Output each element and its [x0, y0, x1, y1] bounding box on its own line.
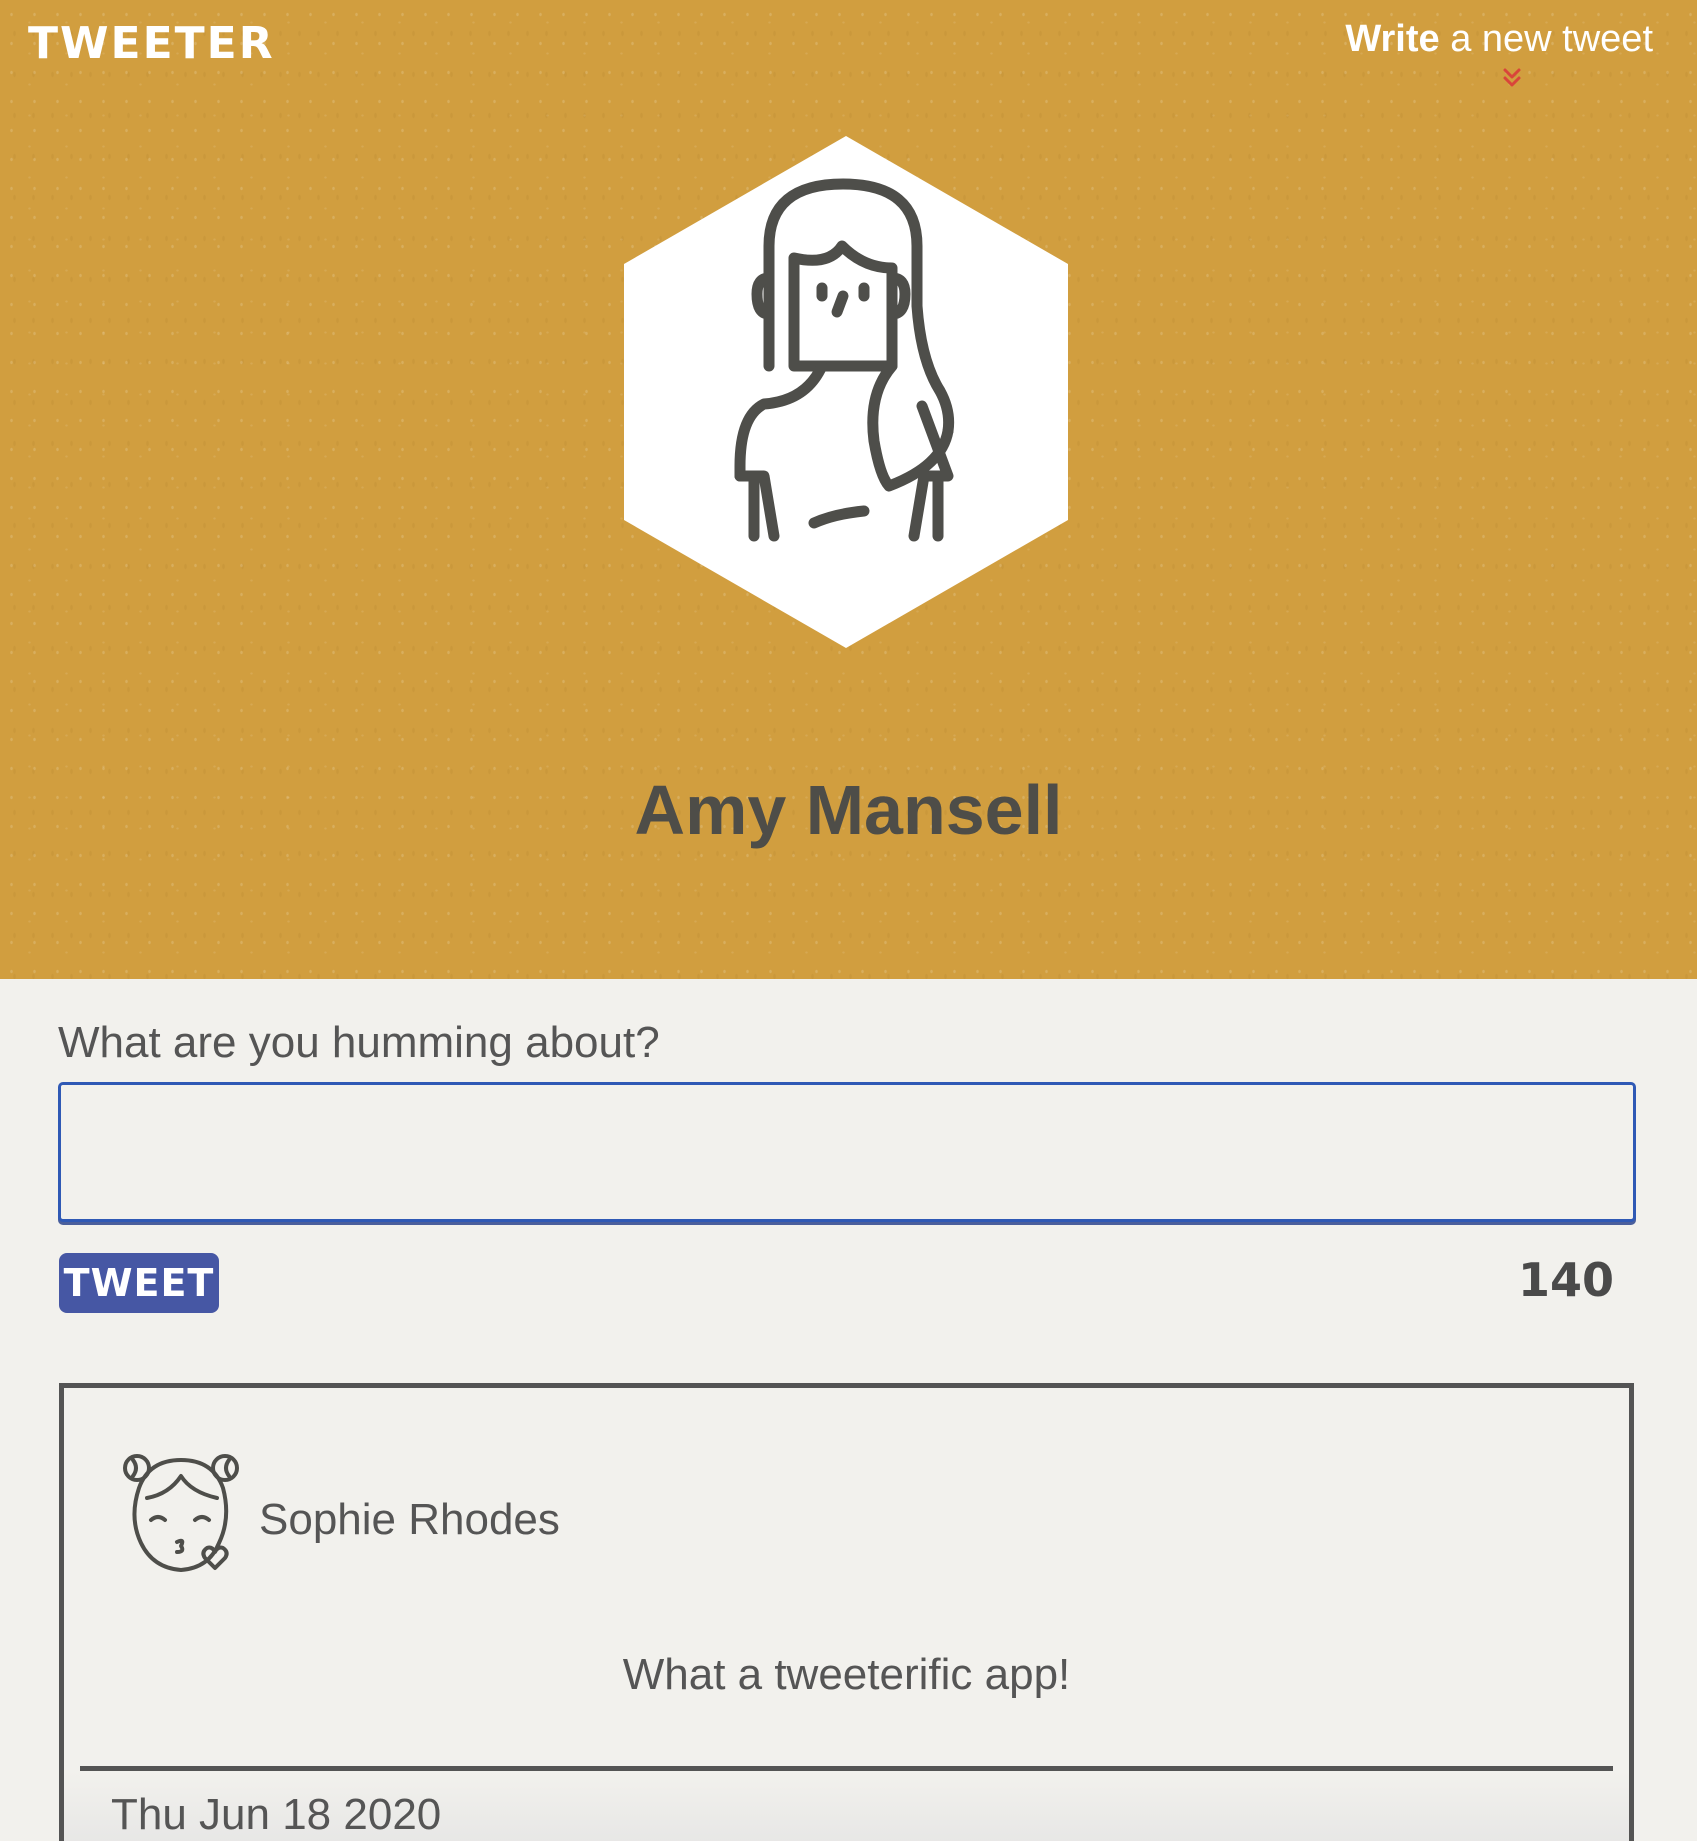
app-logo[interactable]: TWEETER	[28, 18, 275, 69]
chevron-double-down-icon[interactable]	[1500, 66, 1524, 90]
character-counter: 140	[1517, 1253, 1614, 1307]
tweet-card: Sophie Rhodes What a tweeterific app! Th…	[59, 1383, 1634, 1841]
compose-link-strong: Write	[1345, 18, 1440, 60]
tweet-date: Thu Jun 18 2020	[111, 1790, 442, 1839]
profile-name: Amy Mansell	[634, 771, 1063, 849]
write-new-tweet-link[interactable]: Write a new tweet	[1345, 18, 1653, 61]
girl-kissing-avatar-icon	[123, 1454, 239, 1572]
woman-avatar-icon	[624, 136, 1068, 648]
profile-header: TWEETER Write a new tweet Amy Mansell	[0, 0, 1697, 979]
tweet-input[interactable]	[58, 1082, 1636, 1222]
tweet-text: What a tweeterific app!	[622, 1650, 1071, 1699]
compose-prompt-label: What are you humming about?	[58, 1018, 660, 1067]
tweet-author: Sophie Rhodes	[259, 1495, 560, 1544]
compose-link-rest: a new tweet	[1439, 18, 1653, 60]
tweet-button[interactable]: TWEET	[59, 1253, 219, 1313]
